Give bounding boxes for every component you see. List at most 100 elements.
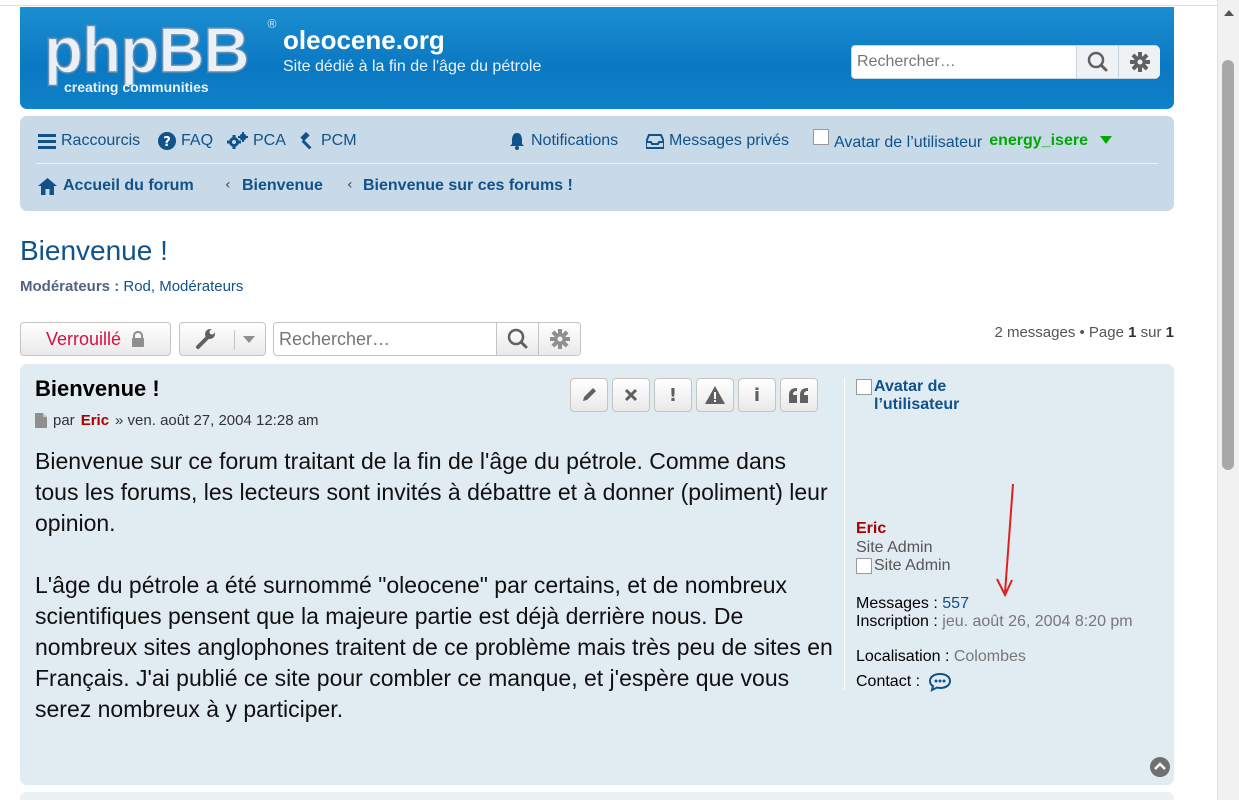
broken-image-icon [813,129,829,145]
wrench-icon [196,329,215,349]
breadcrumb-separator: ‹ [347,177,353,193]
locked-label: Verrouillé [45,328,122,349]
scroll-up-arrow[interactable] [1224,10,1234,16]
forum-title[interactable]: Bienvenue ! [20,235,168,267]
profile-rank-image: Site Admin [856,557,950,575]
profile-contact-label: Contact : [856,673,921,690]
caret-down-icon [1099,136,1112,144]
profile-contact: Contact : [856,672,952,692]
edit-button[interactable] [570,378,608,412]
navbar-divider [36,163,1158,164]
topic-search-button[interactable] [496,323,538,355]
post-buttons: ! i [570,378,818,412]
browser-top-edge [0,0,1217,6]
breadcrumb-forum[interactable]: Bienvenue [242,177,323,195]
gear-icon [1130,52,1150,72]
header-search-input[interactable] [852,46,1076,78]
pencil-icon [583,388,596,401]
breadcrumb-separator: ‹ [225,177,231,193]
topic-search-input[interactable] [274,323,496,355]
post-body: Bienvenue sur ce forum traitant de la fi… [35,446,835,756]
profile-messages: Messages : 557 [856,595,969,613]
header-search [851,45,1160,79]
site-title[interactable]: oleocene.org [283,25,445,56]
vertical-scrollbar[interactable] [1217,0,1239,800]
nav-private-messages[interactable]: Messages privés [646,132,789,150]
back-to-top-button[interactable] [1150,757,1170,777]
post-title[interactable]: Bienvenue ! [35,376,160,402]
red-arrow-annotation [996,483,1014,598]
topic-advanced-search-button[interactable] [538,323,580,355]
post-meta: par Eric » ven. août 27, 2004 12:28 am [35,412,319,429]
topic-tools-button[interactable] [179,322,266,356]
nav-user-menu[interactable]: Avatar de l’utilisateur energy_isere [813,128,1113,152]
post-by: par [53,412,75,429]
logo-text: phpBB [43,13,250,87]
bell-icon [510,133,524,150]
quote-button[interactable] [780,378,818,412]
profile-location-label: Localisation : [856,648,950,665]
nav-pca[interactable]: PCA [226,132,286,150]
breadcrumb-home-label: Accueil du forum [63,177,194,194]
profile-location-value: Colombes [953,648,1026,665]
moderators-line: Modérateurs : Rod, Modérateurs [20,278,243,295]
cogs-icon [227,132,248,149]
post-profile: Avatar de l’utilisateur Eric Site Admin … [856,378,1156,692]
pagination-page: 1 [1128,324,1137,341]
locked-button[interactable]: Verrouillé [20,322,171,356]
caret-down-icon [243,336,255,343]
delete-button[interactable] [612,378,650,412]
site-description: Site dédié à la fin de l'âge du pétrole [283,58,542,75]
profile-joined-label: Inscription : [856,613,938,630]
search-icon [1087,51,1108,72]
question-circle-icon: ? [158,132,176,150]
nav-notifications[interactable]: Notifications [508,132,618,150]
header-search-button[interactable] [1076,46,1118,78]
moderators-label: Modérateurs : [20,278,120,295]
post-paragraph: L'âge du pétrole a été surnommé "oleocen… [35,572,833,722]
breadcrumb-subforum[interactable]: Bienvenue sur ces forums ! [363,177,573,195]
header-advanced-search-button[interactable] [1118,46,1160,78]
contact-chat-icon[interactable] [928,672,952,692]
profile-rank: Site Admin [856,539,933,556]
nav-avatar-alt: Avatar de l’utilisateur [834,134,983,151]
post-date: » ven. août 27, 2004 12:28 am [115,412,319,429]
nav-pcm-label: PCM [321,132,357,149]
nav-pcm[interactable]: PCM [298,132,357,150]
moderators-value[interactable]: Rod, Modérateurs [123,278,243,295]
file-icon [35,413,47,428]
topic-search [273,322,581,356]
profile-rank-image-alt: Site Admin [874,557,951,574]
bars-icon [38,134,56,149]
profile-joined: Inscription : jeu. août 26, 2004 8:20 pm [856,613,1146,630]
warn-button[interactable]: ! [654,378,692,412]
post-paragraph: Bienvenue sur ce forum traitant de la fi… [35,448,828,536]
nav-pca-label: PCA [253,132,286,149]
next-post-edge [20,792,1174,800]
site-header: phpBB ® creating communities oleocene.or… [20,7,1174,109]
profile-username[interactable]: Eric [856,520,886,538]
profile-joined-value: jeu. août 26, 2004 8:20 pm [942,613,1133,630]
home-icon [38,177,57,195]
info-button[interactable]: i [738,378,776,412]
pagination: 2 messages • Page 1 sur 1 [994,324,1174,341]
report-button[interactable] [696,378,734,412]
nav-raccourcis[interactable]: Raccourcis [38,132,140,150]
author-avatar[interactable]: Avatar de l’utilisateur [856,378,1156,414]
scrollbar-thumb[interactable] [1222,60,1234,470]
nav-notifications-label: Notifications [531,132,619,149]
nav-username: energy_isere [989,132,1088,149]
profile-messages-label: Messages : [856,595,938,612]
broken-image-icon [856,558,872,574]
info-icon: i [753,384,761,406]
breadcrumb-forum-label: Bienvenue [242,177,323,194]
navbar: Raccourcis ? FAQ PCA PCM Notifications M… [20,116,1174,211]
nav-faq[interactable]: ? FAQ [158,132,213,150]
profile-divider [844,378,845,690]
profile-messages-value[interactable]: 557 [942,595,969,612]
split-divider [234,330,235,350]
post-author[interactable]: Eric [81,412,109,429]
breadcrumb-home[interactable]: Accueil du forum [38,177,194,195]
phpbb-logo[interactable]: phpBB ® creating communities [43,13,278,103]
gavel-icon [300,132,312,150]
